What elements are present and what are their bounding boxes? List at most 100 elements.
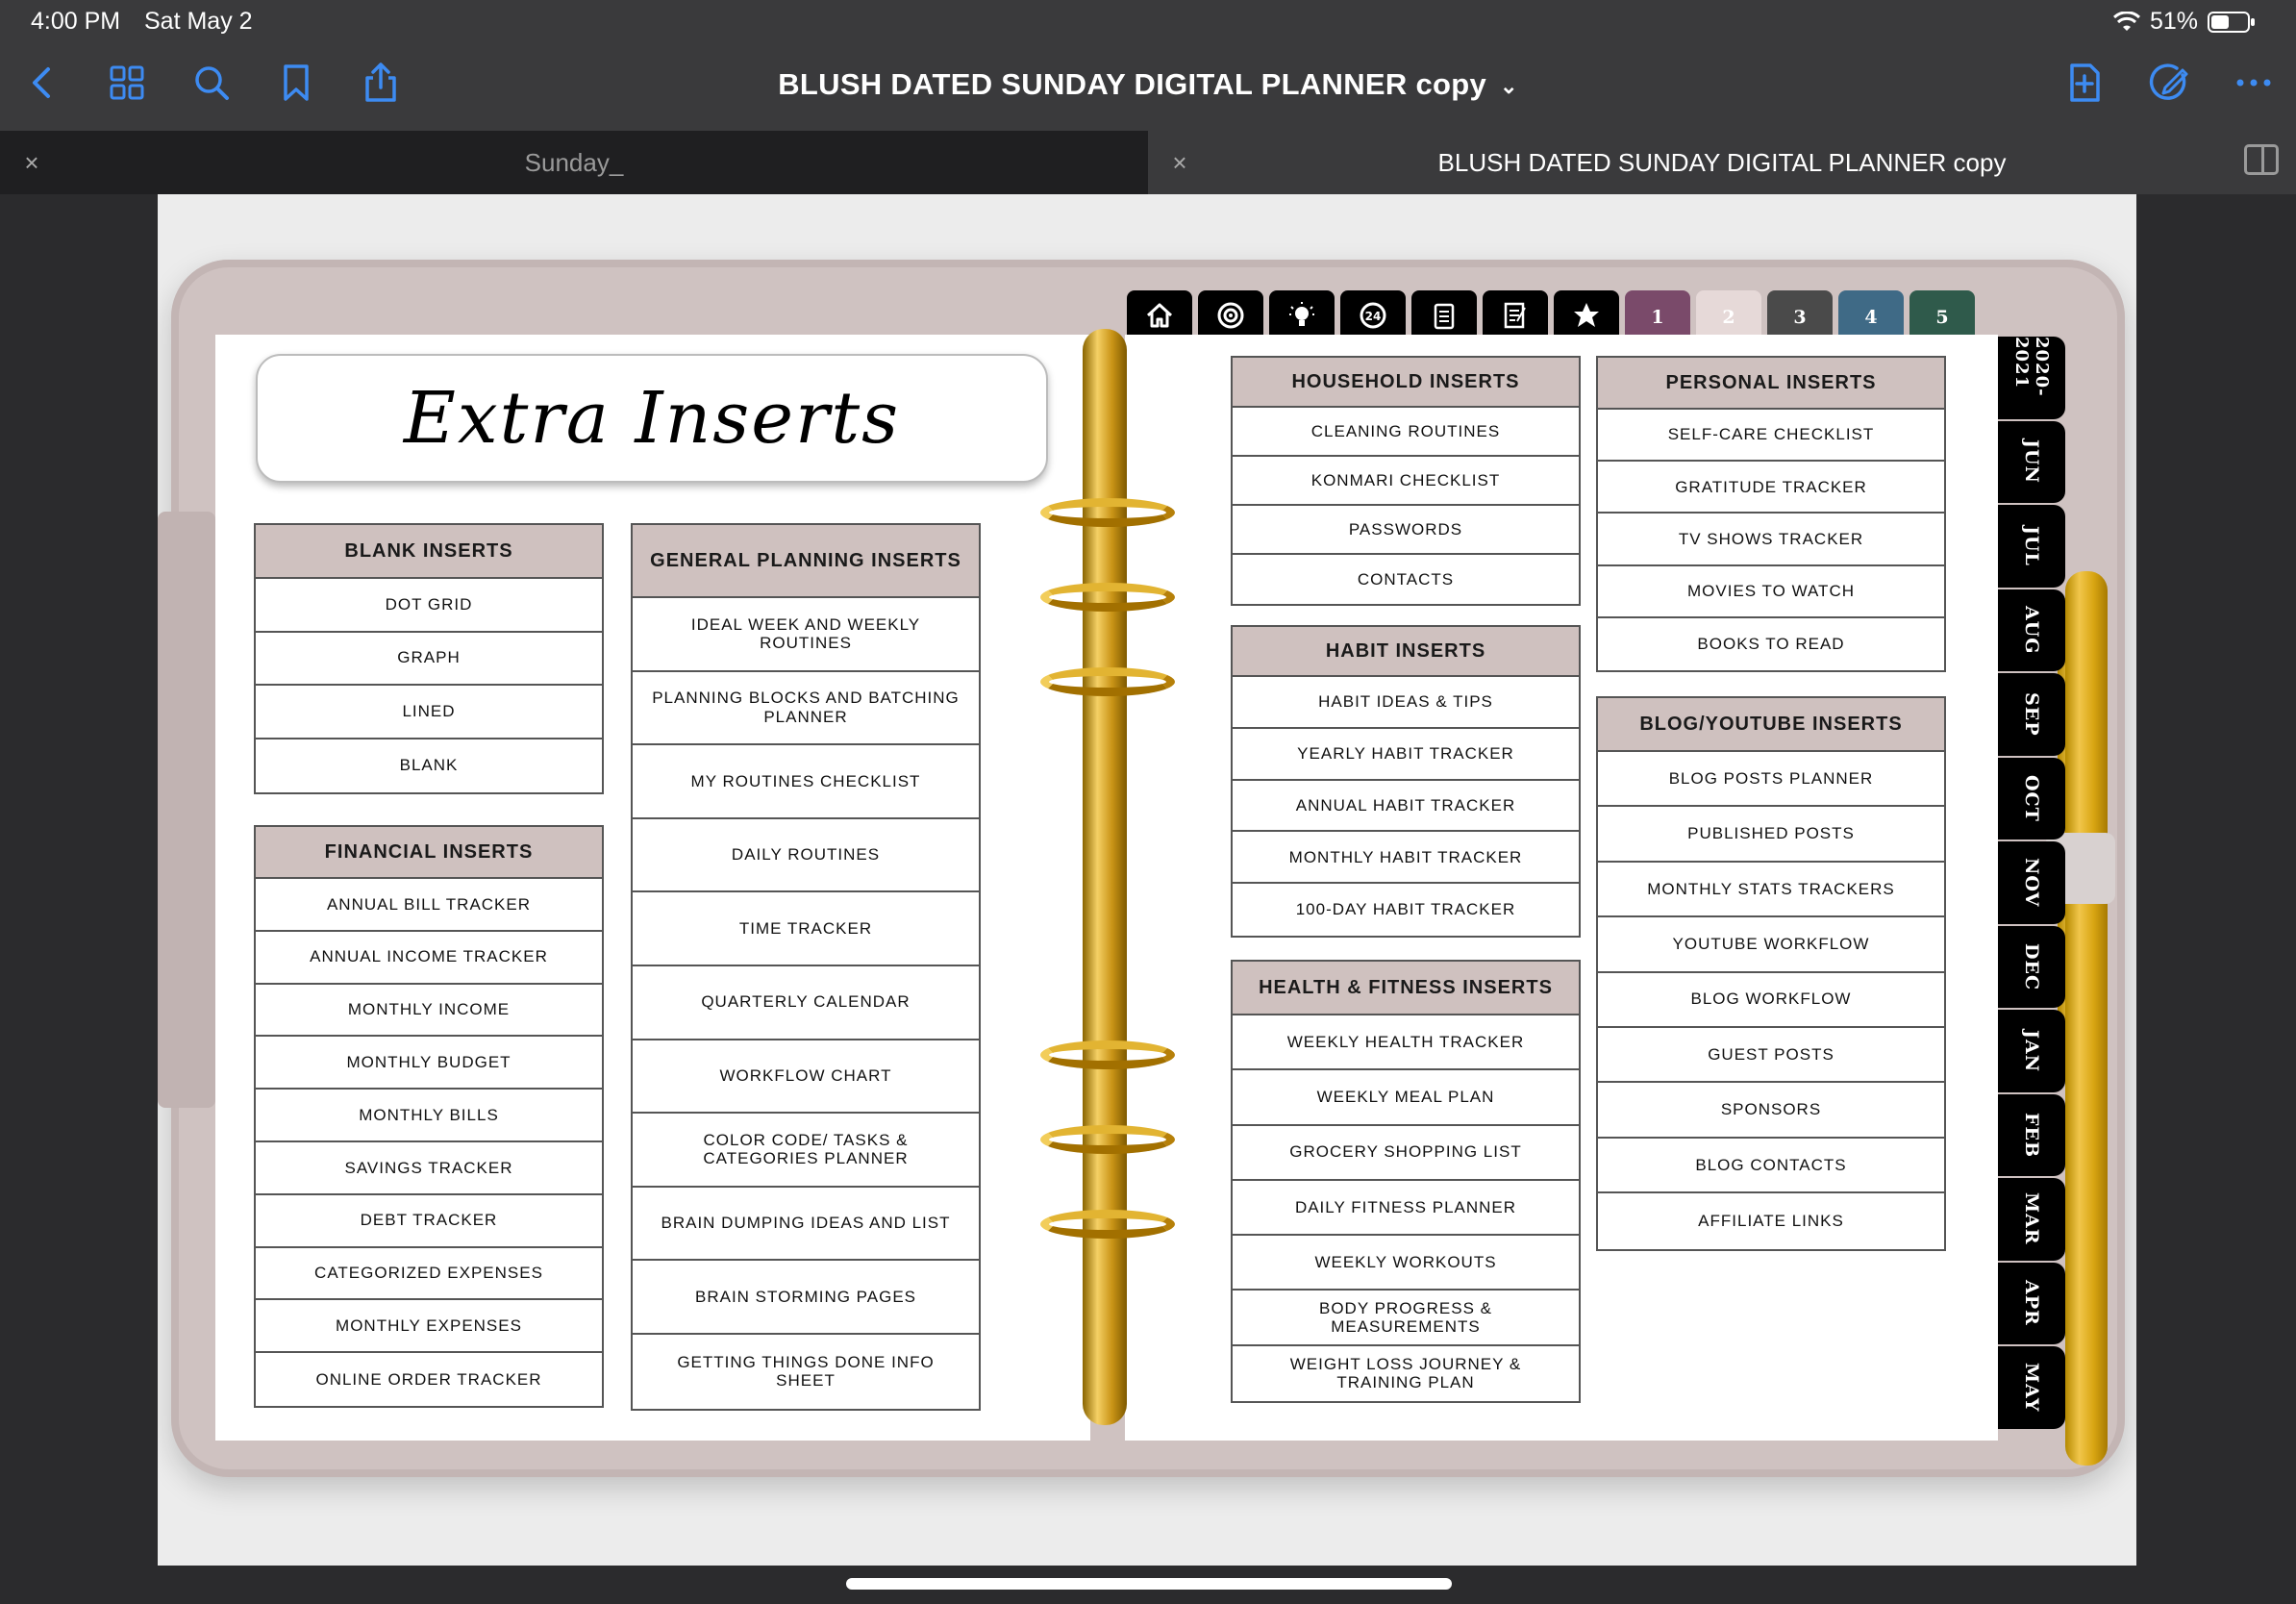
number-tab[interactable]: 4 bbox=[1838, 290, 1904, 337]
list-header[interactable]: FINANCIAL INSERTS bbox=[256, 827, 602, 879]
month-tab[interactable]: JUN bbox=[1998, 420, 2065, 503]
number-tab[interactable]: 5 bbox=[1909, 290, 1975, 337]
month-tab[interactable]: AUG bbox=[1998, 589, 2065, 671]
list-item[interactable]: WEIGHT LOSS JOURNEY & TRAINING PLAN bbox=[1233, 1346, 1579, 1401]
list-item[interactable]: BRAIN DUMPING IDEAS AND LIST bbox=[633, 1188, 979, 1262]
list-item[interactable]: TIME TRACKER bbox=[633, 892, 979, 966]
document-canvas[interactable]: 24 1 2 3 4 5 2020-2021 JUN JUL AUG SEP OCT NOV DEC JA… bbox=[0, 194, 2296, 1604]
list-item[interactable]: PUBLISHED POSTS bbox=[1598, 807, 1944, 863]
tab-target[interactable] bbox=[1198, 290, 1263, 337]
list-item[interactable]: SAVINGS TRACKER bbox=[256, 1142, 602, 1195]
list-item[interactable]: BOOKS TO READ bbox=[1598, 618, 1944, 670]
list-item[interactable]: MONTHLY HABIT TRACKER bbox=[1233, 832, 1579, 885]
month-tab[interactable]: JUL bbox=[1998, 505, 2065, 588]
list-item[interactable]: BODY PROGRESS & MEASUREMENTS bbox=[1233, 1291, 1579, 1346]
list-item[interactable]: IDEAL WEEK AND WEEKLY ROUTINES bbox=[633, 598, 979, 672]
list-header[interactable]: PERSONAL INSERTS bbox=[1598, 358, 1944, 410]
list-header[interactable]: BLOG/YOUTUBE INSERTS bbox=[1598, 698, 1944, 752]
number-tab[interactable]: 3 bbox=[1767, 290, 1833, 337]
close-icon[interactable]: × bbox=[19, 150, 44, 175]
month-tab[interactable]: APR bbox=[1998, 1262, 2065, 1344]
list-item[interactable]: SPONSORS bbox=[1598, 1083, 1944, 1139]
month-tab[interactable]: OCT bbox=[1998, 757, 2065, 840]
list-item[interactable]: YOUTUBE WORKFLOW bbox=[1598, 917, 1944, 973]
list-item[interactable]: WEEKLY MEAL PLAN bbox=[1233, 1070, 1579, 1126]
list-item[interactable]: CONTACTS bbox=[1233, 555, 1579, 604]
list-item[interactable]: QUARTERLY CALENDAR bbox=[633, 966, 979, 1040]
number-tab[interactable]: 1 bbox=[1625, 290, 1690, 337]
add-page-icon[interactable] bbox=[2061, 60, 2108, 106]
list-item[interactable]: MONTHLY INCOME bbox=[256, 985, 602, 1038]
list-item[interactable]: YEARLY HABIT TRACKER bbox=[1233, 729, 1579, 781]
list-item[interactable]: ANNUAL HABIT TRACKER bbox=[1233, 781, 1579, 833]
list-header[interactable]: HABIT INSERTS bbox=[1233, 627, 1579, 677]
list-item[interactable]: MONTHLY BILLS bbox=[256, 1090, 602, 1142]
split-view-icon[interactable] bbox=[2244, 144, 2279, 175]
month-tab[interactable]: DEC bbox=[1998, 925, 2065, 1008]
planner-page[interactable]: 24 1 2 3 4 5 2020-2021 JUN JUL AUG SEP OCT NOV DEC JA… bbox=[158, 194, 2136, 1566]
tab-clipboard[interactable] bbox=[1411, 290, 1477, 337]
list-item[interactable]: HABIT IDEAS & TIPS bbox=[1233, 677, 1579, 729]
list-item[interactable]: CLEANING ROUTINES bbox=[1233, 408, 1579, 457]
list-item[interactable]: DAILY FITNESS PLANNER bbox=[1233, 1181, 1579, 1237]
list-item[interactable]: BLOG CONTACTS bbox=[1598, 1139, 1944, 1194]
list-item[interactable]: TV SHOWS TRACKER bbox=[1598, 514, 1944, 566]
list-item[interactable]: PLANNING BLOCKS AND BATCHING PLANNER bbox=[633, 672, 979, 746]
list-item[interactable]: DEBT TRACKER bbox=[256, 1195, 602, 1248]
tab-sunday[interactable]: × Sunday_ bbox=[0, 131, 1148, 194]
list-item[interactable]: LINED bbox=[256, 686, 602, 739]
month-tab[interactable]: NOV bbox=[1998, 841, 2065, 924]
list-item[interactable]: WEEKLY HEALTH TRACKER bbox=[1233, 1015, 1579, 1071]
list-item[interactable]: COLOR CODE/ TASKS & CATEGORIES PLANNER bbox=[633, 1114, 979, 1188]
home-indicator[interactable] bbox=[846, 1578, 1452, 1590]
list-item[interactable]: BRAIN STORMING PAGES bbox=[633, 1261, 979, 1335]
more-dots-icon[interactable] bbox=[2231, 60, 2277, 106]
tab-star[interactable] bbox=[1554, 290, 1619, 337]
month-tab[interactable]: MAY bbox=[1998, 1346, 2065, 1429]
pencil-circle-icon[interactable] bbox=[2146, 60, 2192, 106]
tab-lightbulb[interactable] bbox=[1269, 290, 1335, 337]
month-tab[interactable]: FEB bbox=[1998, 1093, 2065, 1176]
list-item[interactable]: ANNUAL BILL TRACKER bbox=[256, 879, 602, 932]
list-header[interactable]: BLANK INSERTS bbox=[256, 525, 602, 579]
list-item[interactable]: GRATITUDE TRACKER bbox=[1598, 462, 1944, 514]
list-header[interactable]: GENERAL PLANNING INSERTS bbox=[633, 525, 979, 598]
list-item[interactable]: AFFILIATE LINKS bbox=[1598, 1193, 1944, 1248]
list-item[interactable]: MONTHLY EXPENSES bbox=[256, 1300, 602, 1354]
list-item[interactable]: GETTING THINGS DONE INFO SHEET bbox=[633, 1335, 979, 1409]
document-title-dropdown[interactable]: BLUSH DATED SUNDAY DIGITAL PLANNER copy ⌄ bbox=[0, 67, 2296, 102]
list-item[interactable]: MONTHLY STATS TRACKERS bbox=[1598, 863, 1944, 918]
month-tab[interactable]: JAN bbox=[1998, 1010, 2065, 1092]
list-item[interactable]: MOVIES TO WATCH bbox=[1598, 566, 1944, 618]
list-item[interactable]: ANNUAL INCOME TRACKER bbox=[256, 932, 602, 985]
list-item[interactable]: DAILY ROUTINES bbox=[633, 819, 979, 893]
list-item[interactable]: DOT GRID bbox=[256, 579, 602, 633]
list-item[interactable]: BLOG POSTS PLANNER bbox=[1598, 752, 1944, 808]
list-item[interactable]: KONMARI CHECKLIST bbox=[1233, 457, 1579, 506]
list-item[interactable]: ONLINE ORDER TRACKER bbox=[256, 1353, 602, 1406]
list-item[interactable]: WEEKLY WORKOUTS bbox=[1233, 1236, 1579, 1291]
tab-home[interactable] bbox=[1127, 290, 1192, 337]
tab-24-hours[interactable]: 24 bbox=[1340, 290, 1406, 337]
month-tab[interactable]: MAR bbox=[1998, 1178, 2065, 1261]
month-tab[interactable]: SEP bbox=[1998, 673, 2065, 756]
tab-blush-planner[interactable]: × BLUSH DATED SUNDAY DIGITAL PLANNER cop… bbox=[1148, 131, 2296, 194]
list-item[interactable]: CATEGORIZED EXPENSES bbox=[256, 1248, 602, 1301]
list-item[interactable]: PASSWORDS bbox=[1233, 506, 1579, 555]
list-item[interactable]: GUEST POSTS bbox=[1598, 1028, 1944, 1084]
close-icon[interactable]: × bbox=[1167, 150, 1192, 175]
list-item[interactable]: BLANK bbox=[256, 739, 602, 793]
list-item[interactable]: MONTHLY BUDGET bbox=[256, 1037, 602, 1090]
list-item[interactable]: SELF-CARE CHECKLIST bbox=[1598, 410, 1944, 463]
list-header[interactable]: HOUSEHOLD INSERTS bbox=[1233, 358, 1579, 408]
list-item[interactable]: BLOG WORKFLOW bbox=[1598, 973, 1944, 1028]
list-item[interactable]: GRAPH bbox=[256, 633, 602, 686]
list-item[interactable]: WORKFLOW CHART bbox=[633, 1040, 979, 1115]
list-header[interactable]: HEALTH & FITNESS INSERTS bbox=[1233, 962, 1579, 1015]
list-item[interactable]: GROCERY SHOPPING LIST bbox=[1233, 1126, 1579, 1181]
tab-notepad[interactable] bbox=[1483, 290, 1548, 337]
list-item[interactable]: MY ROUTINES CHECKLIST bbox=[633, 745, 979, 819]
list-item[interactable]: 100-DAY HABIT TRACKER bbox=[1233, 884, 1579, 936]
number-tab[interactable]: 2 bbox=[1696, 290, 1761, 337]
month-tab[interactable]: 2020-2021 bbox=[1998, 337, 2065, 419]
